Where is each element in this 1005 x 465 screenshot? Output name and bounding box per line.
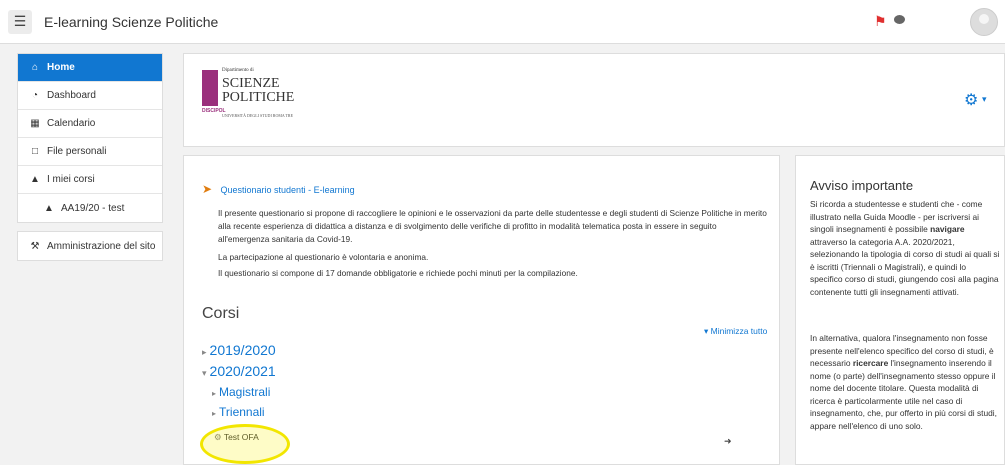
gear-icon[interactable]: ⚙ — [964, 90, 978, 110]
page-header: Dipartimento di SCIENZE POLITICHE DISCIP… — [183, 53, 1005, 147]
chat-icon[interactable] — [894, 15, 905, 24]
sidebar-item-home[interactable]: ⌂ Home — [18, 54, 162, 82]
sidebar-item-calendario[interactable]: ▦ Calendario — [18, 110, 162, 138]
site-name-link[interactable]: E-learning Scienze Politiche — [44, 14, 218, 30]
sidebar-item-label: AA19/20 - test — [61, 202, 125, 214]
notice-title: Avviso importante — [810, 178, 914, 193]
sidebar-item-aa19-20-test[interactable]: ▲ AA19/20 - test — [18, 194, 162, 222]
important-notice-block: Avviso importante Si ricorda a studentes… — [795, 155, 1005, 465]
subcategory-triennali[interactable]: ▸ Triennali — [212, 405, 265, 419]
top-navbar: ☰ E-learning Scienze Politiche ⚑ — [0, 0, 1005, 44]
graduation-cap-icon: ▲ — [44, 202, 54, 214]
file-icon: □ — [31, 146, 39, 157]
bell-icon[interactable]: ⚑ — [874, 13, 887, 30]
sidebar-item-label: Dashboard — [47, 90, 96, 101]
category-label: 2019/2020 — [209, 342, 276, 358]
logo-university: UNIVERSITÀ DEGLI STUDI ROMA TRE — [222, 113, 294, 118]
caret-right-icon: ▸ — [202, 347, 207, 357]
sidebar-primary-nav: ⌂ Home ◔ Dashboard ▦ Calendario □ File p… — [17, 53, 163, 223]
sidebar-item-amministrazione[interactable]: ⚒ Amministrazione del sito — [18, 232, 162, 260]
sidebar-item-label: Amministrazione del sito — [47, 240, 156, 252]
caret-down-icon: ▾ — [704, 326, 711, 336]
sidebar-item-label: File personali — [47, 146, 107, 157]
logo-dept-text: Dipartimento di — [222, 68, 254, 73]
notice-bold-text: ricercare — [852, 358, 889, 368]
subcategory-magistrali[interactable]: ▸ Magistrali — [212, 385, 270, 399]
notice-text: attraverso la categoria A.A. 2020/2021, … — [810, 236, 1000, 297]
survey-participation-text: La partecipazione al questionario è volo… — [218, 252, 429, 262]
main-content: ➤ Questionario studenti - E-learning Il … — [183, 155, 780, 465]
calendar-icon: ▦ — [30, 118, 40, 129]
dashboard-icon: ◔ — [31, 90, 39, 101]
graduation-cap-icon: ▲ — [30, 174, 40, 185]
survey-description: Il presente questionario si propone di r… — [218, 208, 767, 244]
notice-paragraph-2: In alternativa, qualora l'insegnamento n… — [810, 332, 1000, 432]
hamburger-icon[interactable]: ☰ — [8, 9, 32, 34]
category-label: 2020/2021 — [209, 363, 276, 379]
wrench-icon: ⚒ — [30, 240, 40, 252]
sidebar-item-miei-corsi[interactable]: ▲ I miei corsi — [18, 166, 162, 194]
enter-icon[interactable]: ➜ — [724, 436, 732, 447]
sidebar-item-label: Calendario — [47, 118, 96, 129]
caret-right-icon: ▸ — [212, 409, 217, 418]
megaphone-icon: ➤ — [202, 182, 213, 196]
sidebar: ⌂ Home ◔ Dashboard ▦ Calendario □ File p… — [17, 53, 163, 269]
survey-link[interactable]: Questionario studenti - E-learning — [221, 185, 355, 195]
notice-text: l'insegnamento inserendo il nome (o part… — [810, 358, 997, 431]
logo-mark — [202, 70, 218, 106]
home-icon: ⌂ — [31, 62, 39, 73]
survey-questions-text: Il questionario si compone di 17 domande… — [218, 268, 578, 278]
collapse-all-link[interactable]: ▾ Minimizza tutto — [704, 326, 767, 337]
subcategory-label: Magistrali — [219, 385, 271, 399]
sidebar-admin-nav: ⚒ Amministrazione del sito — [17, 231, 163, 261]
category-2019-2020[interactable]: ▸ 2019/2020 — [202, 342, 276, 358]
logo-line2: POLITICHE — [222, 90, 295, 105]
survey-notice: ➤ Questionario studenti - E-learning — [202, 180, 355, 198]
subcategory-label: Triennali — [219, 405, 265, 419]
user-avatar-icon[interactable] — [970, 8, 998, 36]
sidebar-item-file-personali[interactable]: □ File personali — [18, 138, 162, 166]
caret-right-icon: ▸ — [212, 389, 217, 398]
sidebar-item-label: I miei corsi — [47, 174, 95, 185]
caret-down-icon: ▾ — [202, 368, 207, 378]
courses-heading: Corsi — [202, 305, 240, 322]
department-logo[interactable]: Dipartimento di SCIENZE POLITICHE DISCIP… — [202, 68, 322, 118]
notice-bold-text: navigare — [930, 224, 965, 234]
notice-paragraph-1: Si ricorda a studentesse e studenti che … — [810, 198, 1000, 298]
chevron-down-icon[interactable]: ▾ — [982, 94, 987, 105]
sidebar-item-dashboard[interactable]: ◔ Dashboard — [18, 82, 162, 110]
sidebar-item-label: Home — [47, 62, 75, 73]
highlight-annotation — [200, 424, 290, 464]
category-2020-2021[interactable]: ▾ 2020/2021 — [202, 363, 276, 379]
collapse-all-label: Minimizza tutto — [710, 326, 768, 336]
